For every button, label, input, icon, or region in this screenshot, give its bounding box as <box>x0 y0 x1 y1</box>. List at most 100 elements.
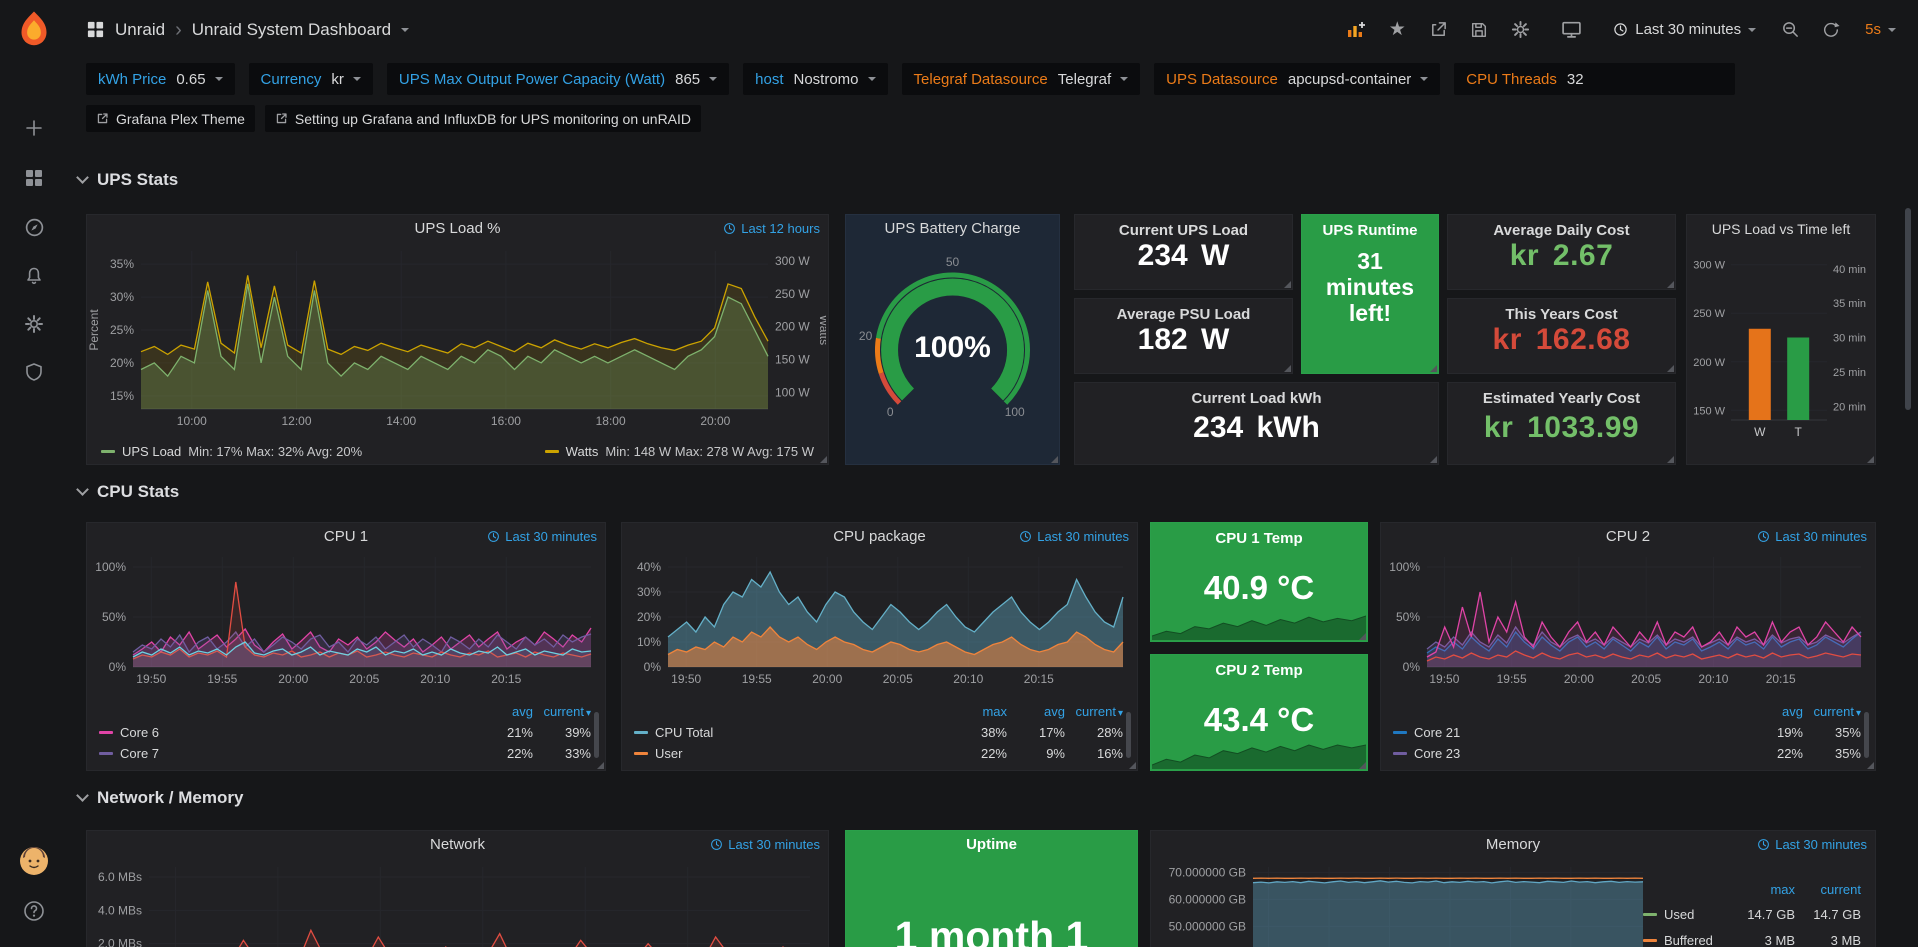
breadcrumb-app[interactable]: Unraid <box>115 20 165 40</box>
svg-text:300 W: 300 W <box>1693 260 1725 272</box>
svg-text:20:05: 20:05 <box>1631 672 1661 686</box>
link-grafana-plex-theme[interactable]: Grafana Plex Theme <box>86 105 255 132</box>
svg-text:100 W: 100 W <box>775 386 810 400</box>
caret-down-icon <box>353 77 361 81</box>
create-icon[interactable] <box>21 115 47 141</box>
alerting-bell-icon[interactable] <box>21 263 47 289</box>
svg-text:250 W: 250 W <box>1693 308 1725 320</box>
variable-ups-datasource[interactable]: UPS Datasource apcupsd-container <box>1154 63 1440 95</box>
legend-col-current[interactable]: current <box>1795 882 1861 897</box>
svg-text:20:10: 20:10 <box>953 672 983 686</box>
panel-title[interactable]: Uptime <box>846 831 1137 859</box>
cpu2-chart[interactable]: 0%50%100%19:5019:5520:0020:0520:1020:15 <box>1381 551 1871 687</box>
ups-bars-chart[interactable]: 150 W200 W250 W300 W20 min25 min30 min35… <box>1687 243 1875 448</box>
panel-time-range[interactable]: Last 12 hours <box>723 221 820 236</box>
time-picker-button[interactable]: Last 30 minutes <box>1603 15 1766 45</box>
grafana-logo-icon[interactable] <box>14 8 54 50</box>
svg-text:150 W: 150 W <box>775 353 810 367</box>
link-ups-monitoring-guide[interactable]: Setting up Grafana and InfluxDB for UPS … <box>265 105 701 132</box>
variable-currency[interactable]: Currency kr <box>249 63 373 95</box>
svg-text:0%: 0% <box>109 660 127 674</box>
configuration-gear-icon[interactable] <box>21 311 47 337</box>
variable-cpu-threads-input[interactable]: CPU Threads 32 <box>1454 63 1735 95</box>
series-swatch <box>545 450 559 453</box>
variable-telegraf-datasource[interactable]: Telegraf Datasource Telegraf <box>902 63 1141 95</box>
svg-text:20:00: 20:00 <box>812 672 842 686</box>
star-dashboard-button[interactable]: ★ <box>1380 15 1414 45</box>
page-scrollbar[interactable] <box>1905 208 1911 410</box>
time-picker-caret-icon <box>1748 28 1756 32</box>
svg-text:Watts: Watts <box>817 315 826 345</box>
panel-title[interactable]: UPS Battery Charge <box>846 215 1059 243</box>
legend-col-current[interactable]: current▾ <box>1803 704 1861 719</box>
legend-row: Core 7 22% 33% <box>99 743 591 764</box>
legend-scrollbar[interactable] <box>1126 712 1131 758</box>
section-network-memory[interactable]: Network / Memory <box>78 788 243 808</box>
help-icon[interactable] <box>21 898 47 924</box>
user-avatar[interactable] <box>19 846 49 876</box>
variable-host[interactable]: host Nostromo <box>743 63 887 95</box>
legend-col-max[interactable]: max <box>1729 882 1795 897</box>
dashboard-dropdown-caret-icon[interactable] <box>401 28 409 32</box>
panel-cpu1: CPU 1 Last 30 minutes 0%50%100%19:5019:5… <box>86 522 606 771</box>
cpu1-chart[interactable]: 0%50%100%19:5019:5520:0020:0520:1020:15 <box>87 551 601 687</box>
legend-col-avg[interactable]: avg <box>1007 704 1065 719</box>
svg-text:20:10: 20:10 <box>420 672 450 686</box>
clock-icon <box>1613 22 1628 37</box>
svg-text:0%: 0% <box>1403 660 1421 674</box>
series-swatch <box>101 450 115 453</box>
stat-value: 40.9 °C <box>1151 569 1367 607</box>
add-panel-button[interactable] <box>1339 15 1373 45</box>
dashboard-settings-gear-icon[interactable] <box>1503 15 1537 45</box>
legend-row: Used 14.7 GB 14.7 GB <box>1643 901 1861 927</box>
refresh-interval-button[interactable]: 5s <box>1855 15 1906 45</box>
svg-text:35 min: 35 min <box>1833 298 1866 310</box>
panel-time-range[interactable]: Last 30 minutes <box>1757 837 1867 852</box>
panel-time-range[interactable]: Last 30 minutes <box>1757 529 1867 544</box>
stat-value: 182 W <box>1075 323 1292 357</box>
legend-col-avg[interactable]: avg <box>475 704 533 719</box>
legend-row: CPU Total 38% 17% 28% <box>634 722 1123 743</box>
share-dashboard-button[interactable] <box>1421 15 1455 45</box>
breadcrumb-dashboard-title[interactable]: Unraid System Dashboard <box>192 20 391 40</box>
legend-scrollbar[interactable] <box>594 712 599 758</box>
ups-load-chart[interactable]: 15%20%25%30%35%100 W150 W200 W250 W300 W… <box>87 243 826 433</box>
explore-compass-icon[interactable] <box>21 214 47 240</box>
series-name[interactable]: Watts <box>566 444 599 459</box>
svg-text:15%: 15% <box>110 389 134 403</box>
svg-text:20%: 20% <box>637 610 661 624</box>
series-name[interactable]: UPS Load <box>122 444 181 459</box>
legend-col-current[interactable]: current▾ <box>533 704 591 719</box>
cpu-package-chart[interactable]: 0%10%20%30%40%19:5019:5520:0020:0520:102… <box>622 551 1133 687</box>
panel-time-range[interactable]: Last 30 minutes <box>487 529 597 544</box>
variable-ups-max-output[interactable]: UPS Max Output Power Capacity (Watt) 865 <box>387 63 729 95</box>
zoom-out-button[interactable] <box>1773 15 1807 45</box>
svg-text:20:15: 20:15 <box>1766 672 1796 686</box>
section-ups-stats[interactable]: UPS Stats <box>78 170 178 190</box>
panel-title[interactable]: UPS Load % <box>87 215 828 243</box>
panel-ups-runtime: UPS Runtime 31 minutes left! <box>1301 214 1439 374</box>
section-cpu-stats[interactable]: CPU Stats <box>78 482 179 502</box>
svg-text:300 W: 300 W <box>775 254 810 268</box>
stat-value: 31 minutes left! <box>1302 249 1438 326</box>
refresh-interval-label: 5s <box>1865 21 1881 38</box>
svg-text:18:00: 18:00 <box>596 414 626 428</box>
variable-kwh-price[interactable]: kWh Price 0.65 <box>86 63 235 95</box>
panel-cpu-package: CPU package Last 30 minutes 0%10%20%30%4… <box>621 522 1138 771</box>
stat-value: 43.4 °C <box>1151 701 1367 739</box>
legend-scrollbar[interactable] <box>1864 712 1869 758</box>
server-admin-shield-icon[interactable] <box>21 359 47 385</box>
svg-text:20:15: 20:15 <box>491 672 521 686</box>
legend-col-max[interactable]: max <box>949 704 1007 719</box>
save-dashboard-button[interactable] <box>1462 15 1496 45</box>
panel-time-range[interactable]: Last 30 minutes <box>1019 529 1129 544</box>
dashboards-icon[interactable] <box>21 165 47 191</box>
refresh-button[interactable] <box>1814 15 1848 45</box>
legend-col-current[interactable]: current▾ <box>1065 704 1123 719</box>
legend-col-avg[interactable]: avg <box>1745 704 1803 719</box>
network-chart[interactable]: 2.0 MBs4.0 MBs6.0 MBs19:5019:5520:0020:0… <box>87 859 826 947</box>
panel-time-range[interactable]: Last 30 minutes <box>710 837 820 852</box>
panel-title[interactable]: UPS Load vs Time left <box>1687 215 1875 243</box>
svg-text:30%: 30% <box>637 585 661 599</box>
cycle-view-mode-monitor-icon[interactable] <box>1554 15 1588 45</box>
